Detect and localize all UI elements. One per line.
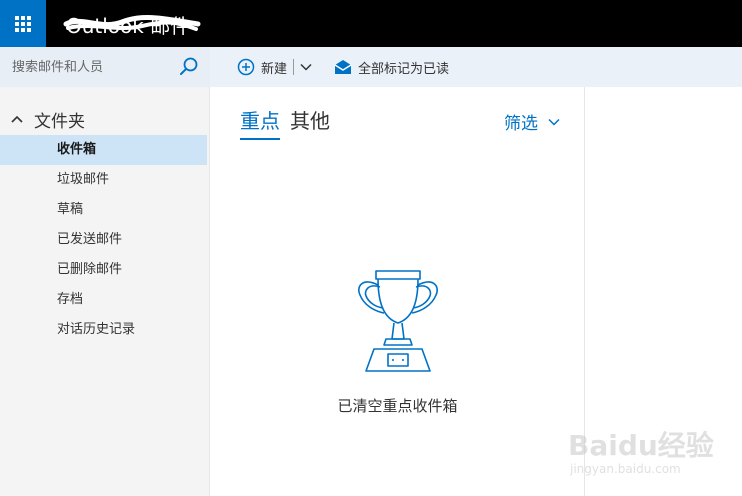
command-bar: 新建 全部标记为已读 — [210, 47, 742, 87]
watermark-url: jingyan.baidu.com — [570, 462, 681, 476]
mark-all-read-label: 全部标记为已读 — [358, 61, 450, 77]
chevron-up-icon — [0, 114, 34, 124]
filter-label: 筛选 — [504, 114, 538, 134]
plus-circle-icon — [237, 58, 255, 76]
folders-header[interactable]: 文件夹 — [0, 105, 210, 133]
top-bar: Outlook 邮件 — [0, 0, 742, 47]
folder-item-deleted[interactable]: 已删除邮件 — [0, 255, 207, 285]
new-dropdown-button[interactable] — [300, 47, 312, 87]
new-button-label: 新建 — [261, 61, 288, 77]
folder-item-junk[interactable]: 垃圾邮件 — [0, 165, 207, 195]
chevron-down-icon — [548, 118, 560, 126]
folder-item-sent[interactable]: 已发送邮件 — [0, 225, 207, 255]
folder-list: 收件箱 垃圾邮件 草稿 已发送邮件 已删除邮件 存档 对话历史记录 — [0, 135, 210, 345]
filter-button[interactable]: 筛选 — [504, 109, 560, 134]
new-button[interactable]: 新建 — [237, 47, 287, 87]
redaction-scribble — [63, 15, 201, 31]
tab-other[interactable]: 其他 — [290, 105, 330, 140]
empty-message: 已清空重点收件箱 — [337, 397, 458, 415]
open-envelope-icon — [334, 60, 352, 74]
app-launcher-button[interactable] — [0, 0, 46, 47]
folder-item-drafts[interactable]: 草稿 — [0, 195, 207, 225]
watermark: Baidu经验 jingyan.baidu.com — [560, 414, 740, 492]
folder-item-conversation-history[interactable]: 对话历史记录 — [0, 315, 207, 345]
watermark-logo: Baidu经验 — [568, 429, 714, 462]
search-icon[interactable] — [178, 56, 200, 78]
search-input[interactable] — [0, 47, 176, 87]
folder-item-inbox[interactable]: 收件箱 — [0, 135, 207, 165]
folders-label: 文件夹 — [34, 111, 85, 132]
waffle-icon — [15, 15, 31, 32]
inbox-tabs: 重点 其他 — [240, 105, 330, 140]
folder-item-archive[interactable]: 存档 — [0, 285, 207, 315]
mark-all-read-button[interactable]: 全部标记为已读 — [334, 47, 449, 87]
message-list-pane: 重点 其他 筛选 已清空重点收件箱 — [210, 87, 585, 496]
tab-focused[interactable]: 重点 — [240, 105, 280, 140]
search-box — [0, 47, 210, 87]
chevron-down-icon — [300, 63, 312, 71]
toolbar-divider — [293, 59, 295, 75]
trophy-icon — [358, 270, 438, 372]
folder-sidebar: 文件夹 收件箱 垃圾邮件 草稿 已发送邮件 已删除邮件 存档 对话历史记录 — [0, 47, 210, 496]
